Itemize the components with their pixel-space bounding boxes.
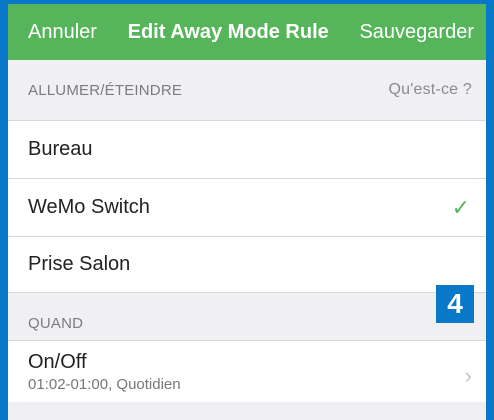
navigation-bar: Annuler Edit Away Mode Rule Sauvegarder: [8, 4, 486, 60]
bottom-section-spacer: [8, 402, 486, 420]
device-label: WeMo Switch: [28, 196, 150, 218]
device-row-wemo-switch[interactable]: WeMo Switch ✓: [8, 178, 486, 236]
page-title: Edit Away Mode Rule: [127, 20, 329, 43]
chevron-right-icon: ›: [464, 363, 472, 388]
section-label-onoff: ALLUMER/ÉTEINDRE: [28, 81, 183, 99]
device-label: Prise Salon: [28, 253, 131, 275]
section-header-onoff: ALLUMER/ÉTEINDRE Qu'est-ce ?: [8, 60, 486, 120]
device-row-prise-salon[interactable]: Prise Salon: [8, 236, 486, 293]
schedule-title: On/Off: [28, 350, 87, 373]
whats-this-link[interactable]: Qu'est-ce ?: [388, 81, 472, 99]
section-label-when: QUAND: [28, 314, 84, 332]
checkmark-icon: ✓: [451, 194, 470, 220]
schedule-detail: 01:02-01:00, Quotidien: [28, 375, 181, 393]
device-row-bureau[interactable]: Bureau: [8, 120, 486, 178]
save-button[interactable]: Sauvegarder: [359, 21, 474, 44]
step-number-badge: 4: [436, 285, 474, 323]
cancel-button[interactable]: Annuler: [28, 21, 97, 44]
schedule-row[interactable]: On/Off 01:02-01:00, Quotidien ›: [8, 340, 486, 403]
device-label: Bureau: [28, 138, 93, 160]
app-frame: Annuler Edit Away Mode Rule Sauvegarder …: [0, 0, 494, 420]
